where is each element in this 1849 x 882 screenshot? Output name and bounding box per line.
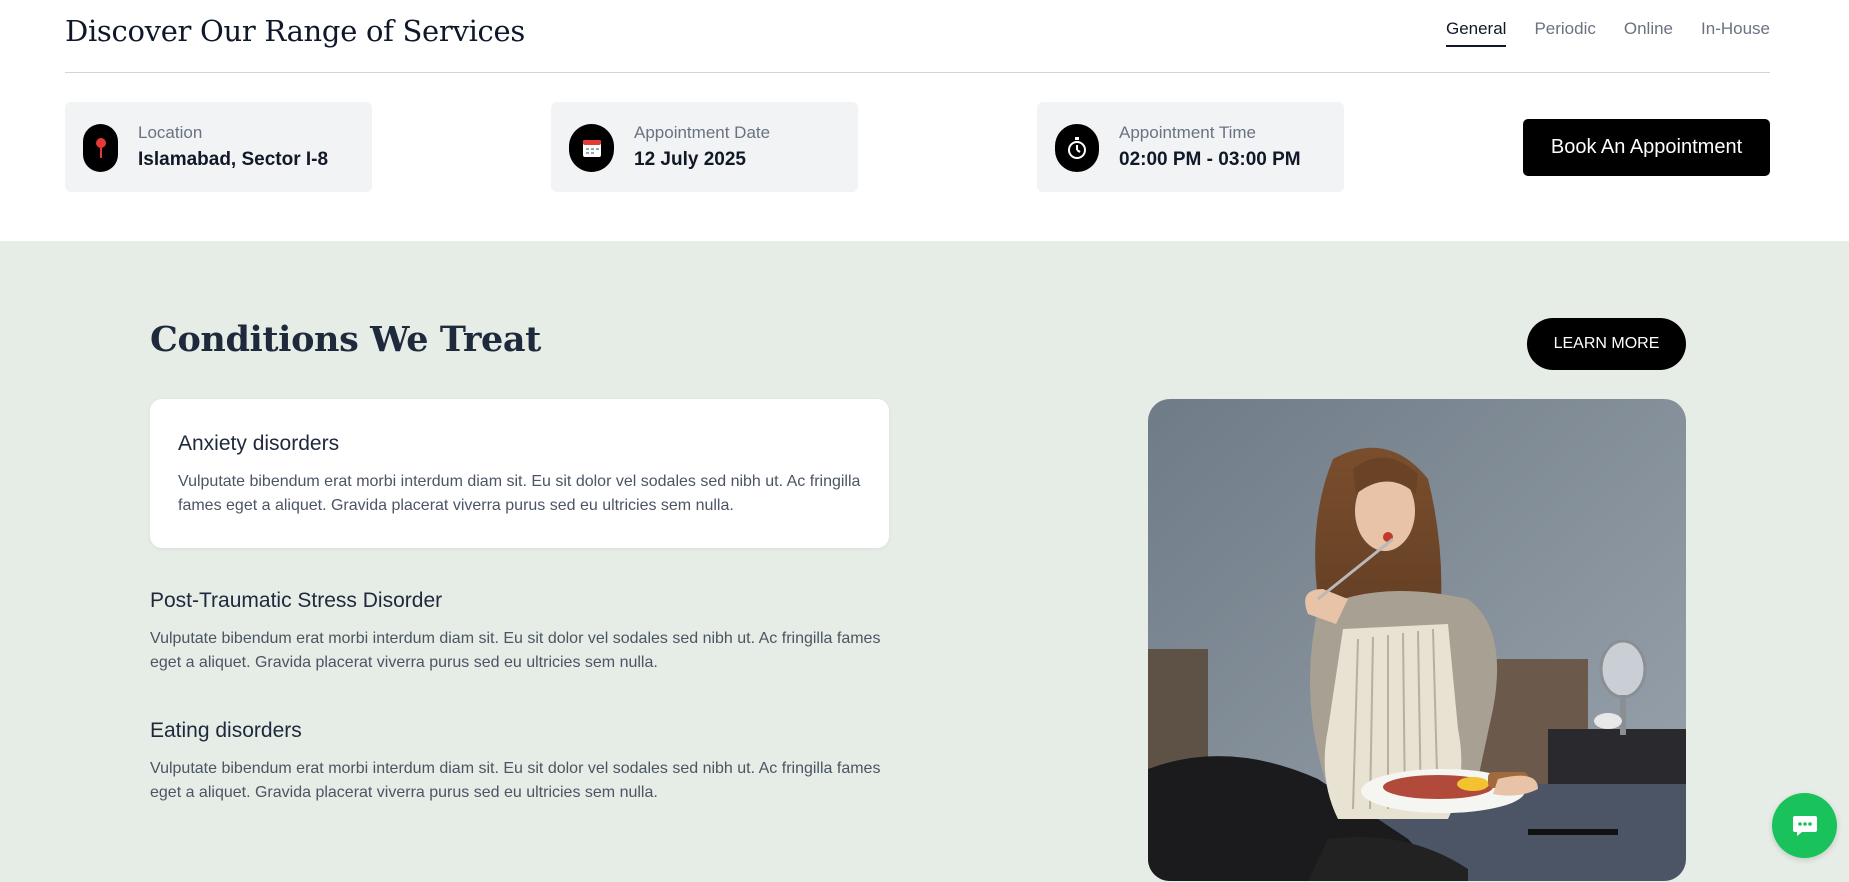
book-appointment-button[interactable]: Book An Appointment (1523, 119, 1770, 176)
location-value: Islamabad, Sector I-8 (138, 149, 329, 170)
service-tabs: General Periodic Online In-House (1445, 19, 1770, 47)
condition-description: Vulputate bibendum erat morbi interdum d… (150, 630, 881, 671)
services-header-section: Discover Our Range of Services General P… (0, 0, 1849, 241)
map-pin-icon (83, 124, 118, 172)
time-label: Appointment Time (1119, 123, 1257, 142)
condition-title: Eating disorders (150, 719, 302, 742)
appointment-date-card[interactable]: Appointment Date 12 July 2025 (551, 102, 858, 192)
chat-button[interactable] (1772, 793, 1837, 858)
tab-general[interactable]: General (1445, 19, 1507, 47)
date-label: Appointment Date (634, 123, 771, 142)
conditions-section: Conditions We Treat LEARN MORE Anxiety d… (0, 241, 1849, 882)
tab-in-house[interactable]: In-House (1701, 19, 1770, 47)
tab-online[interactable]: Online (1624, 19, 1673, 47)
stopwatch-icon (1055, 124, 1099, 172)
condition-title: Anxiety disorders (178, 432, 340, 455)
date-value: 12 July 2025 (634, 149, 746, 170)
condition-description: Vulputate bibendum erat morbi interdum d… (150, 760, 881, 801)
appointment-time-card[interactable]: Appointment Time 02:00 PM - 03:00 PM (1037, 102, 1344, 192)
chat-bubble-icon (1792, 815, 1817, 836)
learn-more-button[interactable]: LEARN MORE (1527, 318, 1686, 370)
calendar-icon (569, 124, 614, 172)
woman-eating-photo (1148, 399, 1686, 881)
condition-description: Vulputate bibendum erat morbi interdum d… (178, 473, 861, 514)
condition-item-ptsd[interactable]: Post-Traumatic Stress Disorder Vulputate… (150, 589, 889, 675)
conditions-title: Conditions We Treat (150, 319, 541, 360)
time-value: 02:00 PM - 03:00 PM (1119, 149, 1301, 170)
location-card[interactable]: Location Islamabad, Sector I-8 (65, 102, 372, 192)
page-title: Discover Our Range of Services (65, 14, 525, 48)
condition-title: Post-Traumatic Stress Disorder (150, 589, 443, 612)
condition-item-anxiety[interactable]: Anxiety disorders Vulputate bibendum era… (150, 399, 889, 548)
location-label: Location (138, 123, 203, 142)
condition-item-eating[interactable]: Eating disorders Vulputate bibendum erat… (150, 719, 889, 805)
header-divider (65, 72, 1770, 73)
tab-periodic[interactable]: Periodic (1534, 19, 1595, 47)
